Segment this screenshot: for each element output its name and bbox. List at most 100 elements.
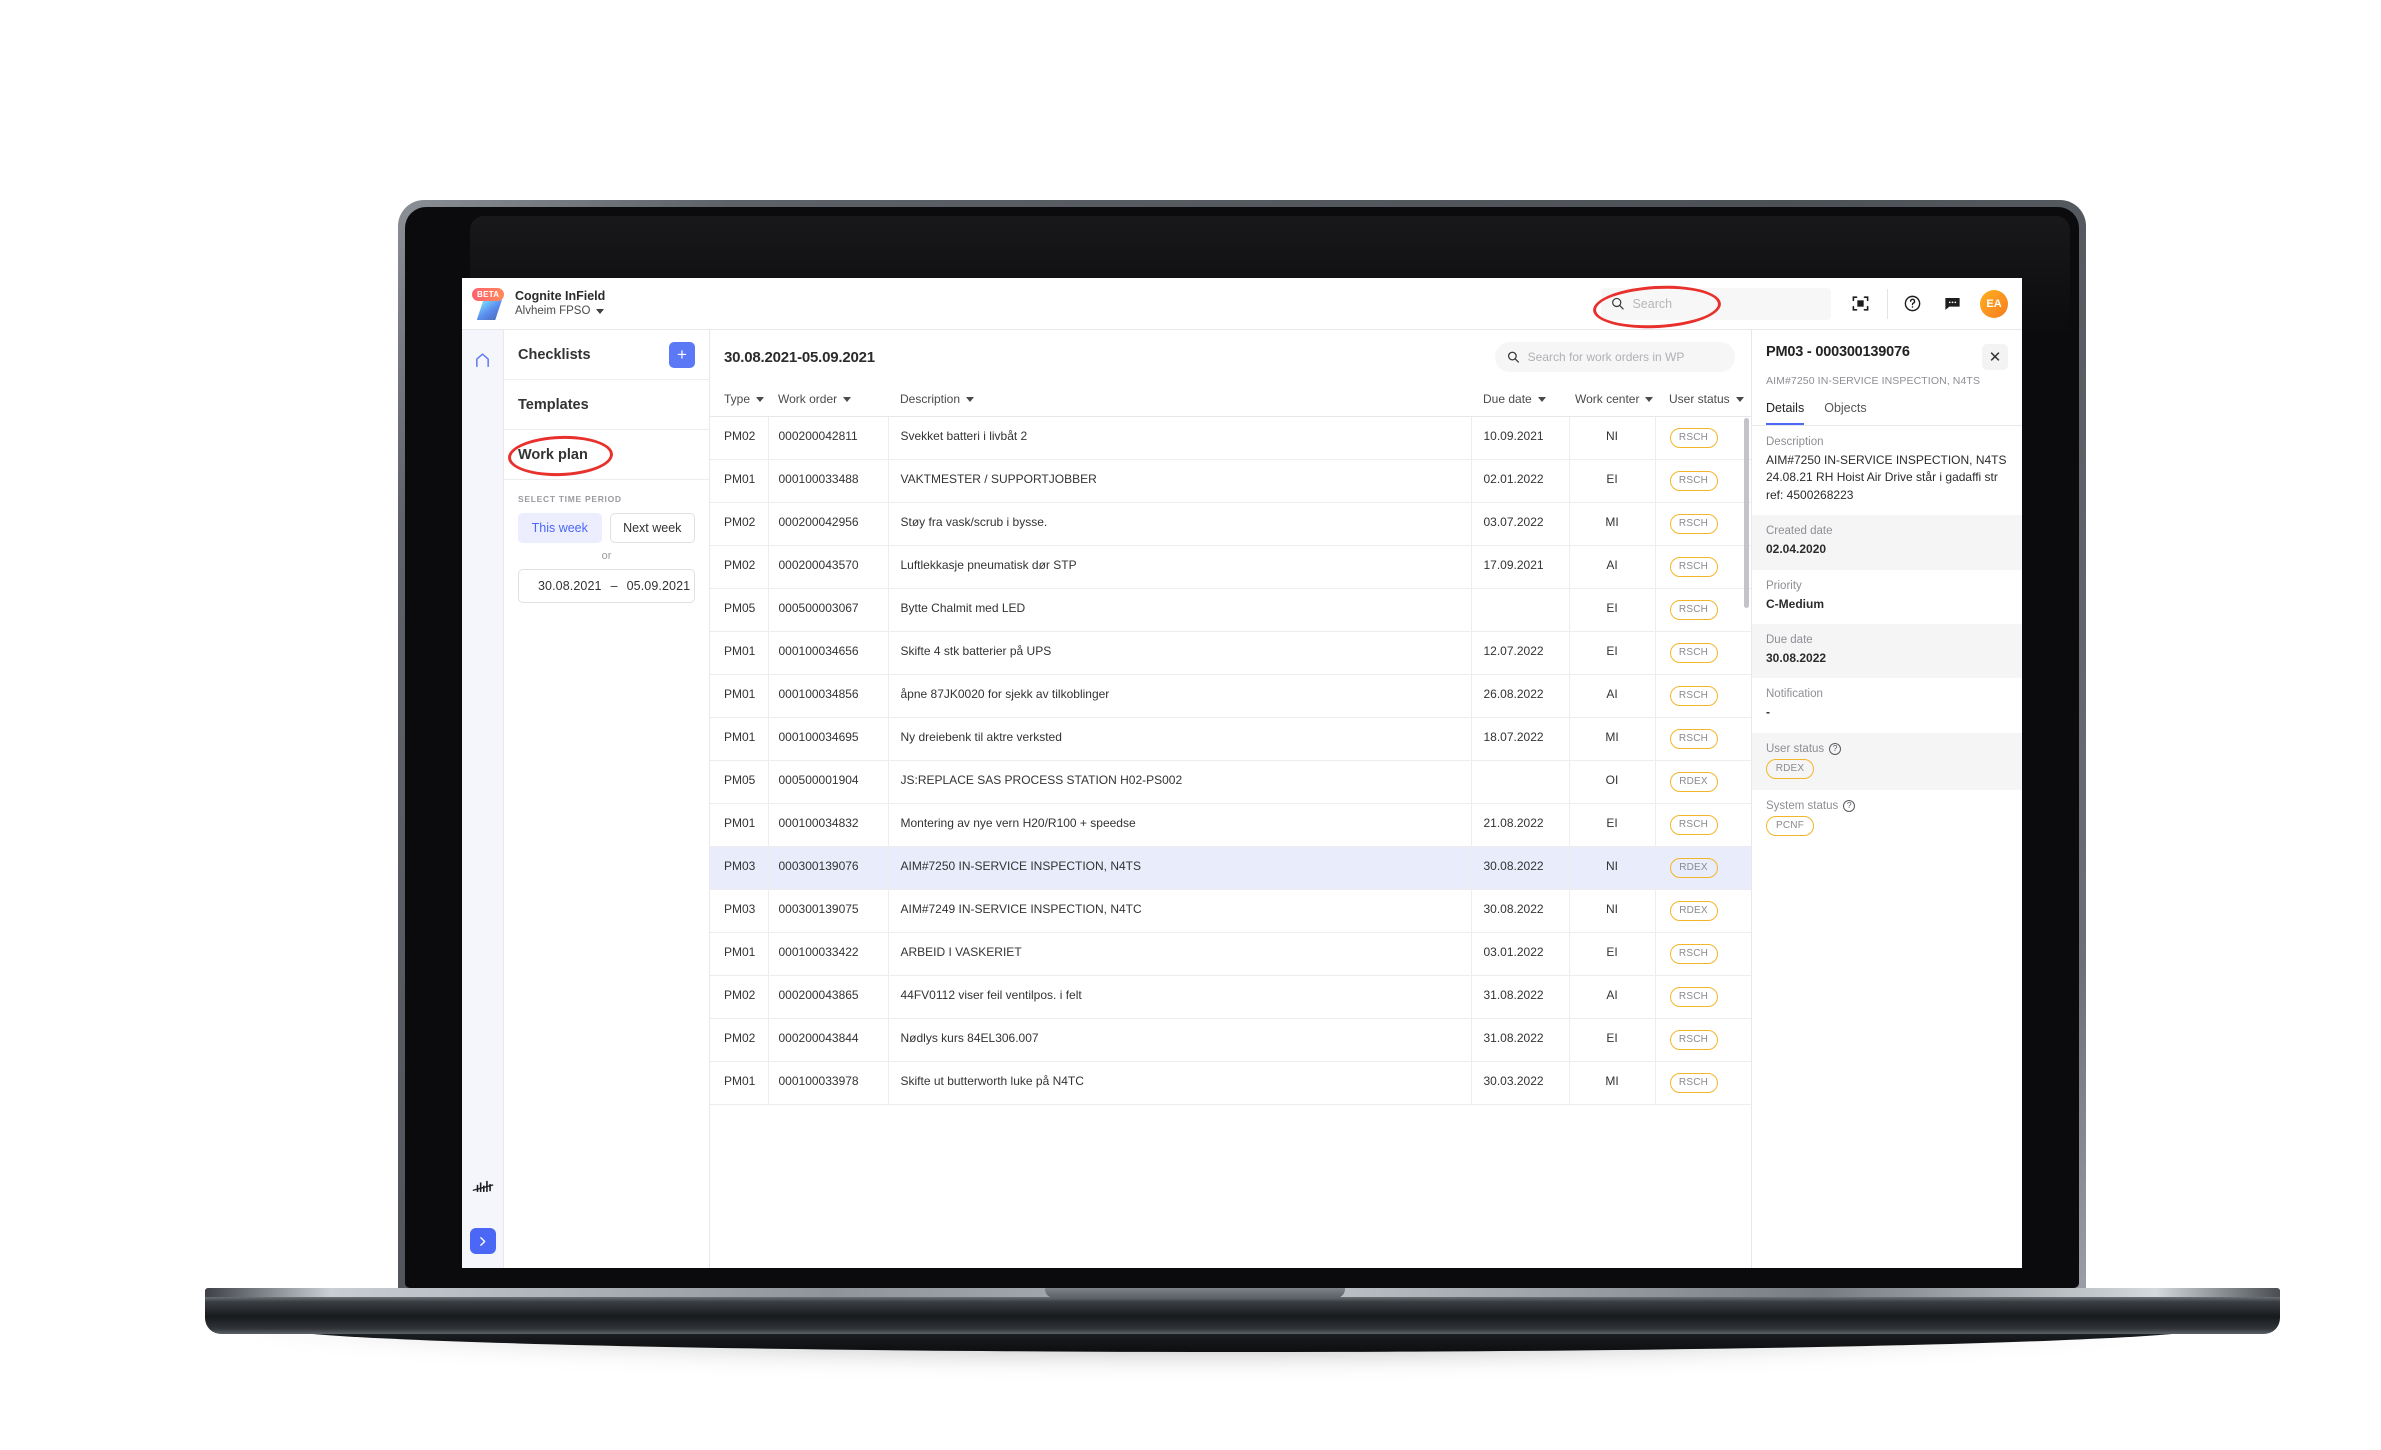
column-header-type[interactable]: Type	[710, 384, 768, 417]
search-input[interactable]	[1632, 296, 1821, 311]
topbar-divider	[1887, 288, 1888, 319]
cell-user-status: RDEX	[1655, 889, 1751, 933]
help-button[interactable]	[1892, 286, 1932, 322]
chevron-down-icon	[1537, 396, 1546, 402]
table-row[interactable]: PM01 000100033488 VAKTMESTER / SUPPORTJOBB…	[710, 459, 1751, 503]
expand-panel-button[interactable]	[469, 1228, 496, 1254]
sidebar-item-templates[interactable]: Templates	[504, 380, 709, 430]
column-header-description[interactable]: Description	[888, 384, 1471, 417]
cell-type: PM01	[710, 631, 769, 675]
table-row[interactable]: PM03 000300139075 AIM#7249 IN-SERVICE INSP…	[710, 889, 1751, 933]
column-header-user-status[interactable]: User status	[1655, 384, 1751, 417]
detail-field-label-text: Description	[1766, 436, 1824, 448]
cell-type: PM01	[710, 717, 769, 761]
global-search-box[interactable]	[1601, 287, 1831, 320]
sidebar-item-workplan[interactable]: Work plan	[504, 430, 709, 480]
brand-block[interactable]: BETA Cognite InField Alvheim FPSO	[462, 287, 606, 320]
table-row[interactable]: PM01 000100034832 Montering av nye vern H2…	[710, 803, 1751, 847]
cell-type: PM02	[710, 1018, 769, 1062]
date-range-picker[interactable]: 30.08.2021 – 05.09.2021	[518, 569, 695, 603]
table-row[interactable]: PM02 000200042811 Svekket batteri i livbåt…	[710, 416, 1751, 460]
cell-due-date: 21.08.2022	[1471, 803, 1570, 847]
time-period-selector: SELECT TIME PERIOD This week Next week o…	[504, 480, 709, 603]
trends-button[interactable]	[469, 1174, 497, 1202]
cell-work-order: 000500001904	[768, 760, 889, 804]
cell-work-order: 000200043570	[768, 545, 889, 589]
table-row[interactable]: PM05 000500003067 Bytte Chalmit med LED EI R…	[710, 588, 1751, 632]
laptop-trackpad-notch	[1045, 1288, 1345, 1298]
tab-details[interactable]: Details	[1766, 401, 1805, 425]
chevron-down-icon	[966, 396, 975, 402]
cell-work-order: 000200042811	[768, 416, 889, 460]
cell-work-center: AI	[1569, 545, 1656, 589]
cell-work-center: MI	[1569, 502, 1656, 546]
status-badge: RSCH	[1669, 686, 1718, 706]
detail-field-label: Notification	[1766, 688, 2008, 700]
table-row[interactable]: PM02 000200043570 Luftlekkasje pneumatisk …	[710, 545, 1751, 589]
column-header-due-date[interactable]: Due date	[1471, 384, 1569, 417]
add-checklist-button[interactable]: +	[669, 341, 695, 368]
table-row[interactable]: PM01 000100034856 åpne 87JK0020 for sjekk …	[710, 674, 1751, 718]
scan-button[interactable]	[1837, 286, 1883, 322]
work-order-search-input[interactable]	[1527, 350, 1723, 364]
work-order-search-box[interactable]	[1495, 342, 1735, 372]
help-icon[interactable]: ?	[1829, 742, 1842, 755]
close-details-button[interactable]: ✕	[1982, 344, 2008, 370]
cell-description: Støy fra vask/scrub i bysse.	[888, 502, 1472, 546]
cell-due-date: 31.08.2022	[1471, 1018, 1570, 1062]
cell-user-status: RSCH	[1655, 1018, 1751, 1062]
cell-work-center: EI	[1569, 803, 1656, 847]
table-body: PM02 000200042811 Svekket batteri i livbåt…	[710, 416, 1751, 1105]
cell-type: PM01	[710, 1061, 769, 1105]
status-badge: RSCH	[1669, 428, 1718, 448]
date-dash: –	[610, 579, 618, 593]
column-header-work-order[interactable]: Work order	[768, 384, 888, 417]
detail-field-label: Due date	[1766, 634, 2008, 646]
table-row[interactable]: PM01 000100034656 Skifte 4 stk batterier p…	[710, 631, 1751, 675]
table-row[interactable]: PM02 000200043865 44FV0112 viser feil vent…	[710, 975, 1751, 1019]
work-order-table: Type Work order Description Due date Wor…	[710, 384, 1751, 1105]
app-body: Checklists + Templates Work plan SELECT …	[462, 330, 2022, 1268]
cell-work-center: MI	[1569, 1061, 1656, 1105]
site-selector[interactable]: Alvheim FPSO	[515, 304, 605, 318]
column-header-work-center[interactable]: Work center	[1569, 384, 1655, 417]
sidebar-item-checklists[interactable]: Checklists +	[504, 330, 709, 380]
column-label: Work order	[778, 392, 838, 406]
table-row[interactable]: PM03 000300139076 AIM#7250 IN-SERVICE INSP…	[710, 846, 1751, 890]
cell-work-center: EI	[1569, 459, 1656, 503]
table-scrollbar[interactable]	[1744, 418, 1749, 608]
work-order-panel: 30.08.2021-05.09.2021 Search for work or…	[710, 330, 1752, 1268]
avatar[interactable]: EA	[1980, 289, 2008, 318]
status-badge: RDEX	[1669, 858, 1718, 878]
next-week-button[interactable]: Next week	[609, 513, 695, 543]
date-from: 30.08.2021	[538, 579, 602, 593]
table-row[interactable]: PM01 000100033422 ARBEID I VASKERIET 03.01.…	[710, 932, 1751, 976]
global-search-zone	[1591, 282, 1831, 331]
table-row[interactable]: PM01 000100034695 Ny dreiebenk til aktre v…	[710, 717, 1751, 761]
cell-type: PM01	[710, 674, 769, 718]
table-row[interactable]: PM01 000100033978 Skifte ut butterworth lu…	[710, 1061, 1751, 1105]
table-row[interactable]: PM05 000500001904 JS:REPLACE SAS PROCESS S…	[710, 760, 1751, 804]
detail-field: System status? PCNF	[1752, 790, 2022, 847]
cell-user-status: RSCH	[1655, 416, 1751, 460]
home-button[interactable]	[469, 346, 497, 374]
tab-objects[interactable]: Objects	[1824, 401, 1866, 425]
cell-work-center: EI	[1569, 588, 1656, 632]
cell-description: Svekket batteri i livbåt 2	[888, 416, 1472, 460]
feedback-button[interactable]	[1932, 286, 1972, 322]
detail-field-label-text: Created date	[1766, 525, 1833, 538]
table-row[interactable]: PM02 000200043844 Nødlys kurs 84EL306.007 3…	[710, 1018, 1751, 1062]
cell-description: 44FV0112 viser feil ventilpos. i felt	[888, 975, 1472, 1019]
table-row[interactable]: PM02 000200042956 Støy fra vask/scrub i by…	[710, 502, 1751, 546]
cell-description: åpne 87JK0020 for sjekk av tilkoblinger	[888, 674, 1472, 718]
cell-due-date: 30.08.2022	[1471, 846, 1570, 890]
cell-description: Skifte ut butterworth luke på N4TC	[888, 1061, 1472, 1105]
cell-due-date: 31.08.2022	[1471, 975, 1570, 1019]
app-title: Cognite InField	[515, 288, 606, 303]
cell-work-center: EI	[1569, 932, 1656, 976]
help-icon[interactable]: ?	[1843, 799, 1856, 812]
cell-description: ARBEID I VASKERIET	[888, 932, 1472, 976]
this-week-button[interactable]: This week	[518, 513, 602, 543]
status-badge: RSCH	[1669, 471, 1718, 491]
detail-field-label: User status?	[1766, 742, 2008, 755]
